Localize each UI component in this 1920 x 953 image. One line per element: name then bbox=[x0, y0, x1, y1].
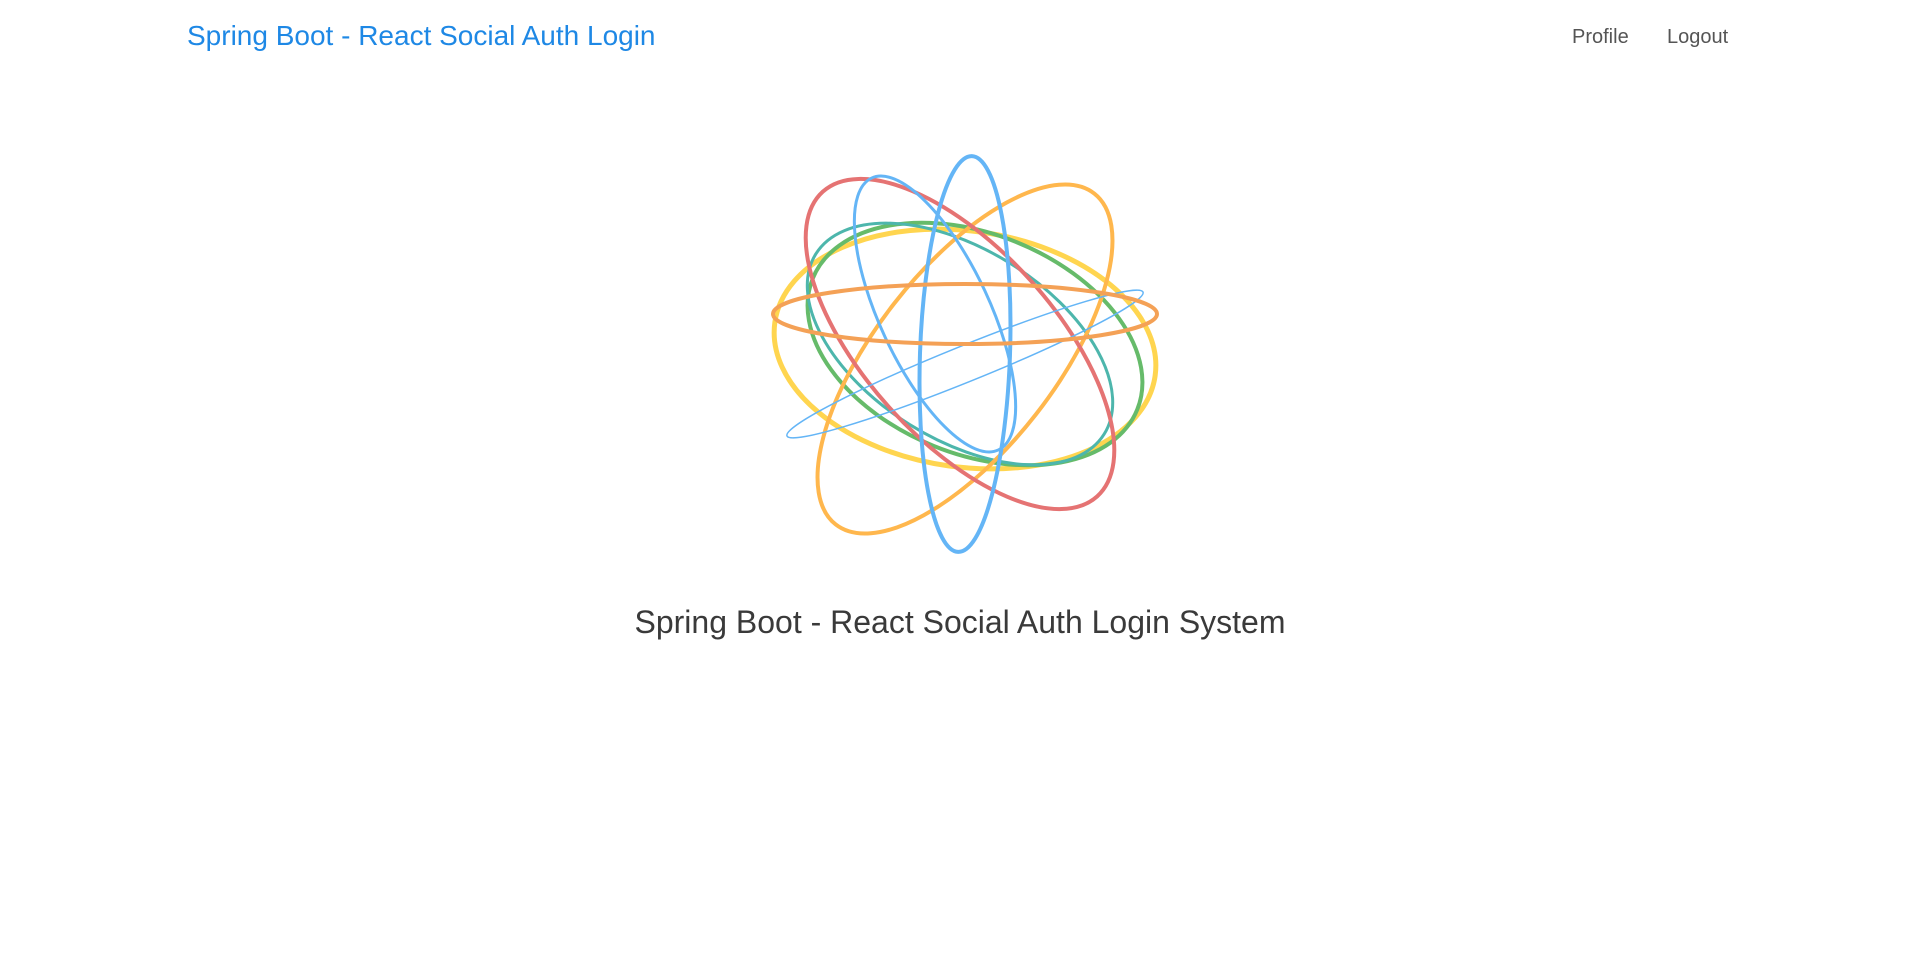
orbit-sphere-svg bbox=[771, 154, 1159, 554]
orbit-sphere-logo-icon bbox=[760, 144, 1170, 554]
top-nav: Profile Logout bbox=[0, 24, 1920, 52]
orbit-ring-amber bbox=[815, 182, 1115, 536]
home-title: Spring Boot - React Social Auth Login Sy… bbox=[634, 604, 1286, 640]
home-container: Spring Boot - React Social Auth Login Sy… bbox=[0, 74, 1920, 953]
nav-logout-link[interactable]: Logout bbox=[1667, 24, 1728, 50]
app-header: Spring Boot - React Social Auth Login Pr… bbox=[0, 0, 1920, 74]
nav-profile-link[interactable]: Profile bbox=[1572, 24, 1629, 50]
orbit-ring-orange bbox=[771, 282, 1159, 346]
